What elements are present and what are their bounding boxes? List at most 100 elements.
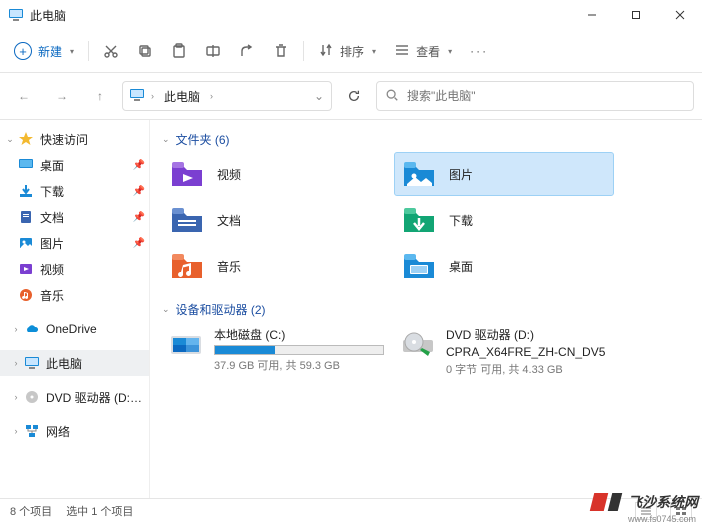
plus-icon: + bbox=[14, 42, 32, 60]
sidebar-item-network[interactable]: › 网络 bbox=[0, 418, 149, 444]
group-label: 文件夹 (6) bbox=[176, 131, 230, 148]
sidebar-item-label: DVD 驱动器 (D:) CPRA_X64FRE_ZH-CN_DV5 bbox=[46, 389, 145, 406]
desktop-icon bbox=[401, 248, 437, 284]
music-icon bbox=[18, 287, 34, 303]
separator bbox=[88, 41, 89, 61]
folder-documents[interactable]: 文档 bbox=[162, 198, 382, 242]
paste-button[interactable] bbox=[163, 36, 195, 66]
drive-usage-bar bbox=[214, 345, 384, 355]
cut-button[interactable] bbox=[95, 36, 127, 66]
folder-label: 图片 bbox=[449, 166, 473, 183]
forward-button[interactable]: → bbox=[46, 80, 78, 112]
new-button[interactable]: + 新建 ▾ bbox=[6, 36, 82, 66]
sort-button[interactable]: 排序 ▾ bbox=[310, 36, 384, 66]
cloud-icon bbox=[24, 321, 40, 337]
download-icon bbox=[18, 183, 34, 199]
up-button[interactable]: ↑ bbox=[84, 80, 116, 112]
group-folders-header[interactable]: ⌄ 文件夹 (6) bbox=[162, 128, 690, 150]
sidebar-item-onedrive[interactable]: › OneDrive bbox=[0, 316, 149, 342]
view-button[interactable]: 查看 ▾ bbox=[386, 36, 460, 66]
status-selected: 选中 1 个项目 bbox=[66, 503, 133, 519]
new-button-label: 新建 bbox=[38, 43, 62, 60]
sidebar-item-this-pc[interactable]: › 此电脑 bbox=[0, 350, 149, 376]
chevron-right-icon: › bbox=[151, 91, 154, 101]
sidebar-item-desktop[interactable]: 桌面 📌 bbox=[0, 152, 149, 178]
more-button[interactable]: ··· bbox=[462, 36, 496, 66]
sidebar-item-pictures[interactable]: 图片 📌 bbox=[0, 230, 149, 256]
pin-icon: 📌 bbox=[133, 212, 145, 223]
status-item-count: 8 个项目 bbox=[10, 503, 52, 519]
rename-button[interactable] bbox=[197, 36, 229, 66]
drive-subtext: 0 字节 可用, 共 4.33 GB bbox=[446, 361, 608, 377]
folder-pictures[interactable]: 图片 bbox=[394, 152, 614, 196]
document-icon bbox=[18, 209, 34, 225]
address-dropdown[interactable]: ⌄ bbox=[309, 80, 329, 112]
document-icon bbox=[169, 202, 205, 238]
chevron-down-icon: ▾ bbox=[372, 47, 376, 56]
drive-name: DVD 驱动器 (D:) bbox=[446, 326, 608, 343]
address-bar[interactable]: › 此电脑 › ⌄ bbox=[122, 81, 332, 111]
videos-icon bbox=[18, 261, 34, 277]
watermark-accent bbox=[590, 493, 608, 511]
chevron-right-icon: › bbox=[10, 324, 22, 334]
pictures-icon bbox=[401, 156, 437, 192]
maximize-button[interactable] bbox=[614, 0, 658, 30]
sidebar-item-label: 桌面 bbox=[40, 157, 131, 174]
this-pc-icon bbox=[24, 355, 40, 371]
back-button[interactable]: ← bbox=[8, 80, 40, 112]
sidebar-item-label: 下载 bbox=[40, 183, 131, 200]
chevron-down-icon: ⌄ bbox=[4, 134, 16, 145]
sidebar-item-music[interactable]: 音乐 bbox=[0, 282, 149, 308]
title-bar: 此电脑 bbox=[0, 0, 702, 30]
drive-local-c[interactable]: 本地磁盘 (C:) 37.9 GB 可用, 共 59.3 GB bbox=[162, 322, 382, 381]
pin-icon: 📌 bbox=[133, 238, 145, 249]
desktop-icon bbox=[18, 157, 34, 173]
sidebar-item-label: 视频 bbox=[40, 261, 145, 278]
folder-label: 下载 bbox=[449, 212, 473, 229]
drive-icon bbox=[168, 326, 204, 362]
pin-icon: 📌 bbox=[133, 186, 145, 197]
drive-name-line2: CPRA_X64FRE_ZH-CN_DV5 bbox=[446, 345, 608, 359]
content-pane: ⌄ 文件夹 (6) 视频 图片 文档 下载 音乐 bbox=[150, 120, 702, 498]
folder-desktop[interactable]: 桌面 bbox=[394, 244, 614, 288]
drive-dvd-d[interactable]: DVD 驱动器 (D:) CPRA_X64FRE_ZH-CN_DV5 0 字节 … bbox=[394, 322, 614, 381]
sidebar-item-label: 网络 bbox=[46, 423, 145, 440]
copy-button[interactable] bbox=[129, 36, 161, 66]
folder-label: 桌面 bbox=[449, 258, 473, 275]
folder-videos[interactable]: 视频 bbox=[162, 152, 382, 196]
minimize-button[interactable] bbox=[570, 0, 614, 30]
sidebar-item-documents[interactable]: 文档 📌 bbox=[0, 204, 149, 230]
this-pc-icon bbox=[129, 87, 145, 106]
sidebar-item-label: OneDrive bbox=[46, 322, 145, 336]
sidebar-quick-access[interactable]: ⌄ 快速访问 bbox=[0, 126, 149, 152]
sidebar-item-videos[interactable]: 视频 bbox=[0, 256, 149, 282]
chevron-right-icon: › bbox=[210, 91, 213, 101]
videos-icon bbox=[169, 156, 205, 192]
refresh-button[interactable] bbox=[338, 80, 370, 112]
sidebar-item-dvd[interactable]: › DVD 驱动器 (D:) CPRA_X64FRE_ZH-CN_DV5 bbox=[0, 384, 149, 410]
music-icon bbox=[169, 248, 205, 284]
watermark: 飞沙系统网 www.fs0745.com bbox=[592, 492, 698, 512]
folder-downloads[interactable]: 下载 bbox=[394, 198, 614, 242]
toolbar: + 新建 ▾ 排序 ▾ 查看 ▾ ··· bbox=[0, 30, 702, 72]
search-box[interactable] bbox=[376, 81, 694, 111]
drive-name: 本地磁盘 (C:) bbox=[214, 326, 384, 343]
chevron-down-icon: ⌄ bbox=[162, 134, 170, 145]
group-drives-header[interactable]: ⌄ 设备和驱动器 (2) bbox=[162, 298, 690, 320]
chevron-right-icon: › bbox=[10, 426, 22, 436]
this-pc-icon bbox=[8, 7, 24, 23]
folder-music[interactable]: 音乐 bbox=[162, 244, 382, 288]
share-button[interactable] bbox=[231, 36, 263, 66]
sidebar-item-downloads[interactable]: 下载 📌 bbox=[0, 178, 149, 204]
disc-icon bbox=[24, 389, 40, 405]
search-input[interactable] bbox=[407, 89, 685, 103]
drives-grid: 本地磁盘 (C:) 37.9 GB 可用, 共 59.3 GB DVD 驱动器 … bbox=[162, 322, 690, 381]
watermark-text: 飞沙系统网 bbox=[628, 492, 698, 512]
delete-button[interactable] bbox=[265, 36, 297, 66]
view-icon bbox=[394, 42, 410, 61]
chevron-down-icon: ▾ bbox=[448, 47, 452, 56]
breadcrumb-segment[interactable]: 此电脑 bbox=[160, 88, 204, 105]
close-button[interactable] bbox=[658, 0, 702, 30]
chevron-down-icon: ⌄ bbox=[162, 304, 170, 315]
folder-label: 音乐 bbox=[217, 258, 241, 275]
